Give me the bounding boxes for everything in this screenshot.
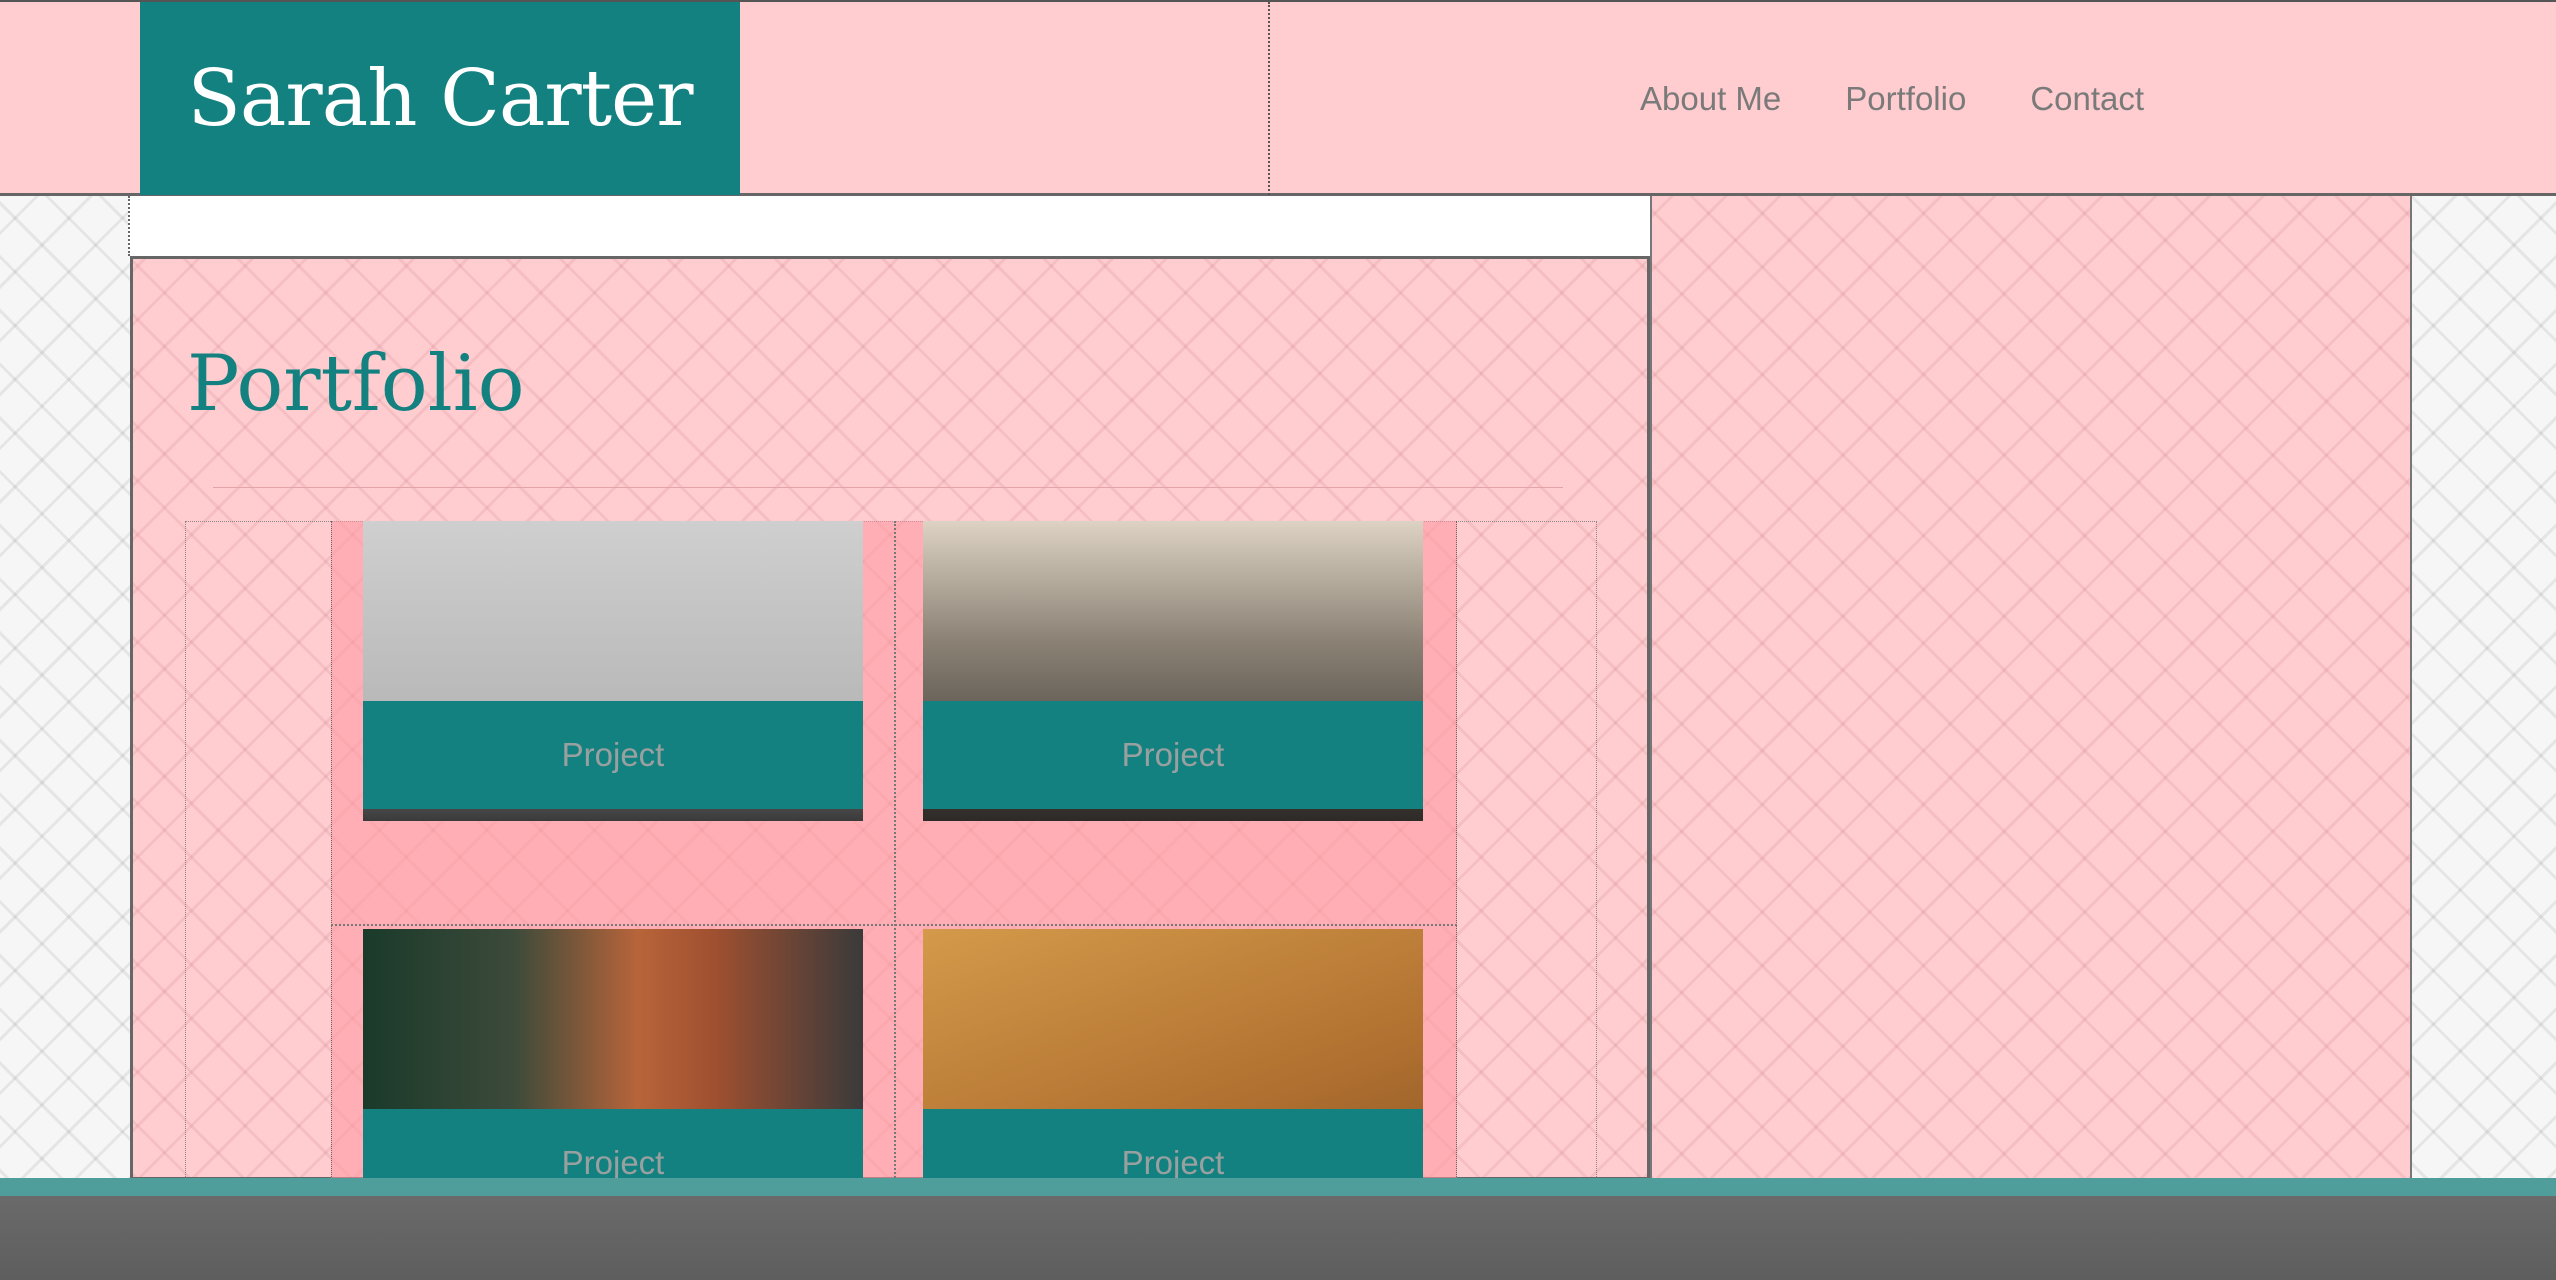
site-header: Sarah Carter About Me Portfolio Contact [0,0,2556,198]
project-card[interactable]: Project [923,521,1423,821]
portfolio-section: Portfolio Project Project Project Projec… [130,256,1650,1229]
content-top-strip [128,196,1650,256]
nav-item-contact[interactable]: Contact [2030,80,2144,118]
nav-item-about-me[interactable]: About Me [1640,80,1781,118]
brand-block[interactable]: Sarah Carter [140,2,740,195]
project-label[interactable]: Project [363,701,863,809]
grid-column-divider [894,521,896,1201]
main-nav: About Me Portfolio Contact [1640,80,2208,118]
page-title: Portfolio [187,339,525,429]
title-divider [213,487,1563,488]
project-card[interactable]: Project [363,521,863,821]
grid-row-divider [331,924,1457,926]
sidebar [1650,196,2412,1180]
nav-item-portfolio[interactable]: Portfolio [1845,80,1966,118]
footer-accent-bar [0,1178,2556,1196]
header-divider [1268,2,1270,198]
brand-name[interactable]: Sarah Carter [187,54,693,144]
site-footer [0,1196,2556,1280]
project-label[interactable]: Project [923,701,1423,809]
